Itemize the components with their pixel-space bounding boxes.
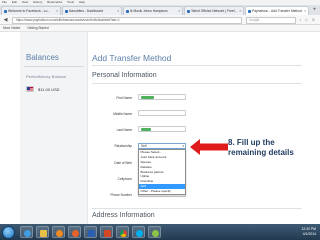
- menu-help[interactable]: Help: [79, 0, 85, 4]
- search-input[interactable]: Google: [246, 16, 296, 24]
- nav-bar: ◀ https://www.payhalloon.com/withdraw/ac…: [0, 15, 320, 25]
- firefox-icon[interactable]: [68, 226, 81, 238]
- clock-date: 4/1/2014: [302, 231, 316, 236]
- first-name-label: First Name: [116, 96, 132, 100]
- word-icon[interactable]: [84, 226, 97, 238]
- clock[interactable]: 12:20 PM 4/1/2014: [301, 227, 316, 237]
- close-icon[interactable]: ×: [239, 7, 241, 15]
- favicon-icon: [64, 9, 68, 13]
- first-name-field[interactable]: [138, 94, 186, 100]
- cellphone-label: Cellphone: [117, 177, 132, 181]
- explorer-icon[interactable]: [36, 226, 49, 238]
- divider: [92, 208, 302, 209]
- menu-icon[interactable]: ≡: [312, 17, 315, 22]
- new-tab-icon[interactable]: +: [311, 7, 318, 14]
- phone-number-label: Phone Number: [110, 193, 132, 197]
- tab-add-transfer[interactable]: Payhalloon - Add Transfer Method ×: [245, 6, 309, 15]
- balance-label: PerfectMoney Balance: [26, 74, 67, 79]
- instruction-annotation: 8. Fill up the remaining details: [228, 138, 294, 157]
- red-arrow-icon: [190, 139, 228, 155]
- address-info-heading: Address Information: [92, 212, 155, 219]
- bookmark-most-visited[interactable]: Most Visited: [3, 26, 20, 30]
- page-content: Balances PerfectMoney Balance $11.00 USD…: [0, 32, 320, 224]
- middle-name-field[interactable]: [138, 110, 186, 116]
- menu-tools[interactable]: Tools: [67, 0, 74, 4]
- start-button-icon[interactable]: [2, 225, 15, 239]
- taskbar: 12:20 PM 4/1/2014: [0, 224, 320, 240]
- tab-label: Talent Offshot Network | Freel...: [191, 9, 238, 13]
- media-player-icon[interactable]: [52, 226, 65, 238]
- close-icon[interactable]: ×: [304, 7, 306, 15]
- tab-label: Nanobites - Dashboard: [69, 9, 103, 13]
- chrome-icon[interactable]: [116, 226, 129, 238]
- menu-history[interactable]: History: [33, 0, 42, 4]
- masked-value: [141, 96, 154, 99]
- menu-bookmarks[interactable]: Bookmarks: [47, 0, 62, 4]
- divider: [24, 66, 84, 67]
- relationship-dropdown[interactable]: Please Select... Joint bank account Spouse…: [138, 149, 186, 196]
- menu-file[interactable]: File: [2, 0, 7, 4]
- bookmark-getting-started[interactable]: Getting Started: [27, 26, 48, 30]
- tab-facebook[interactable]: Welcome to Facebook - Lo... ×: [1, 6, 61, 15]
- relationship-value: Self: [141, 144, 147, 148]
- skype-icon[interactable]: [132, 226, 145, 238]
- favicon-icon: [3, 9, 7, 13]
- favicon-icon: [186, 9, 190, 13]
- chevron-down-icon: ▾: [182, 144, 184, 148]
- page-title: Add Transfer Method: [92, 53, 172, 63]
- favicon-icon: [125, 9, 129, 13]
- divider: [92, 65, 302, 66]
- tab-label: Payhalloon - Add Transfer Method: [252, 9, 302, 13]
- last-name-field[interactable]: [138, 126, 186, 132]
- ie-icon[interactable]: [20, 226, 33, 238]
- bookmarks-bar: Most Visited Getting Started: [0, 25, 320, 32]
- download-icon[interactable]: ↓: [299, 17, 301, 22]
- middle-name-label: Middle Name: [113, 112, 132, 116]
- last-name-label: Last Name: [116, 128, 132, 132]
- date-of-birth-label: Date of Birth: [114, 161, 132, 165]
- balances-panel: Balances PerfectMoney Balance $11.00 USD: [20, 32, 88, 224]
- url-bar[interactable]: https://www.payhalloon.com/withdraw/acco…: [12, 16, 242, 24]
- tab-dashboard[interactable]: Nanobites - Dashboard ×: [62, 6, 122, 15]
- clock-time: 12:20 PM: [301, 226, 316, 231]
- balances-title: Balances: [26, 53, 59, 62]
- us-flag-icon: [26, 86, 34, 92]
- masked-value: [141, 128, 151, 131]
- balance-amount: $11.00 USD: [38, 87, 60, 92]
- tab-label: Ik Musik Johns Hamptons: [130, 9, 168, 13]
- tab-bar: Welcome to Facebook - Lo... × Nanobites …: [0, 5, 320, 15]
- tab-talent[interactable]: Talent Offshot Network | Freel... ×: [184, 6, 244, 15]
- dropdown-option[interactable]: Other - Please specify: [139, 189, 185, 194]
- home-icon[interactable]: ⌂: [305, 17, 308, 22]
- divider: [92, 83, 302, 84]
- close-icon[interactable]: ×: [56, 7, 58, 15]
- powerpoint-icon[interactable]: [100, 226, 113, 238]
- menu-view[interactable]: View: [22, 0, 28, 4]
- tab-label: Welcome to Facebook - Lo...: [8, 9, 51, 13]
- close-icon[interactable]: ×: [178, 7, 180, 15]
- paint-icon[interactable]: [148, 226, 161, 238]
- relationship-label: Relationship: [114, 144, 132, 148]
- personal-info-heading: Personal Information: [92, 72, 157, 79]
- favicon-icon: [247, 9, 251, 13]
- menu-edit[interactable]: Edit: [12, 0, 17, 4]
- tab-musik[interactable]: Ik Musik Johns Hamptons ×: [123, 6, 183, 15]
- back-icon[interactable]: ◀: [2, 17, 9, 24]
- close-icon[interactable]: ×: [117, 7, 119, 15]
